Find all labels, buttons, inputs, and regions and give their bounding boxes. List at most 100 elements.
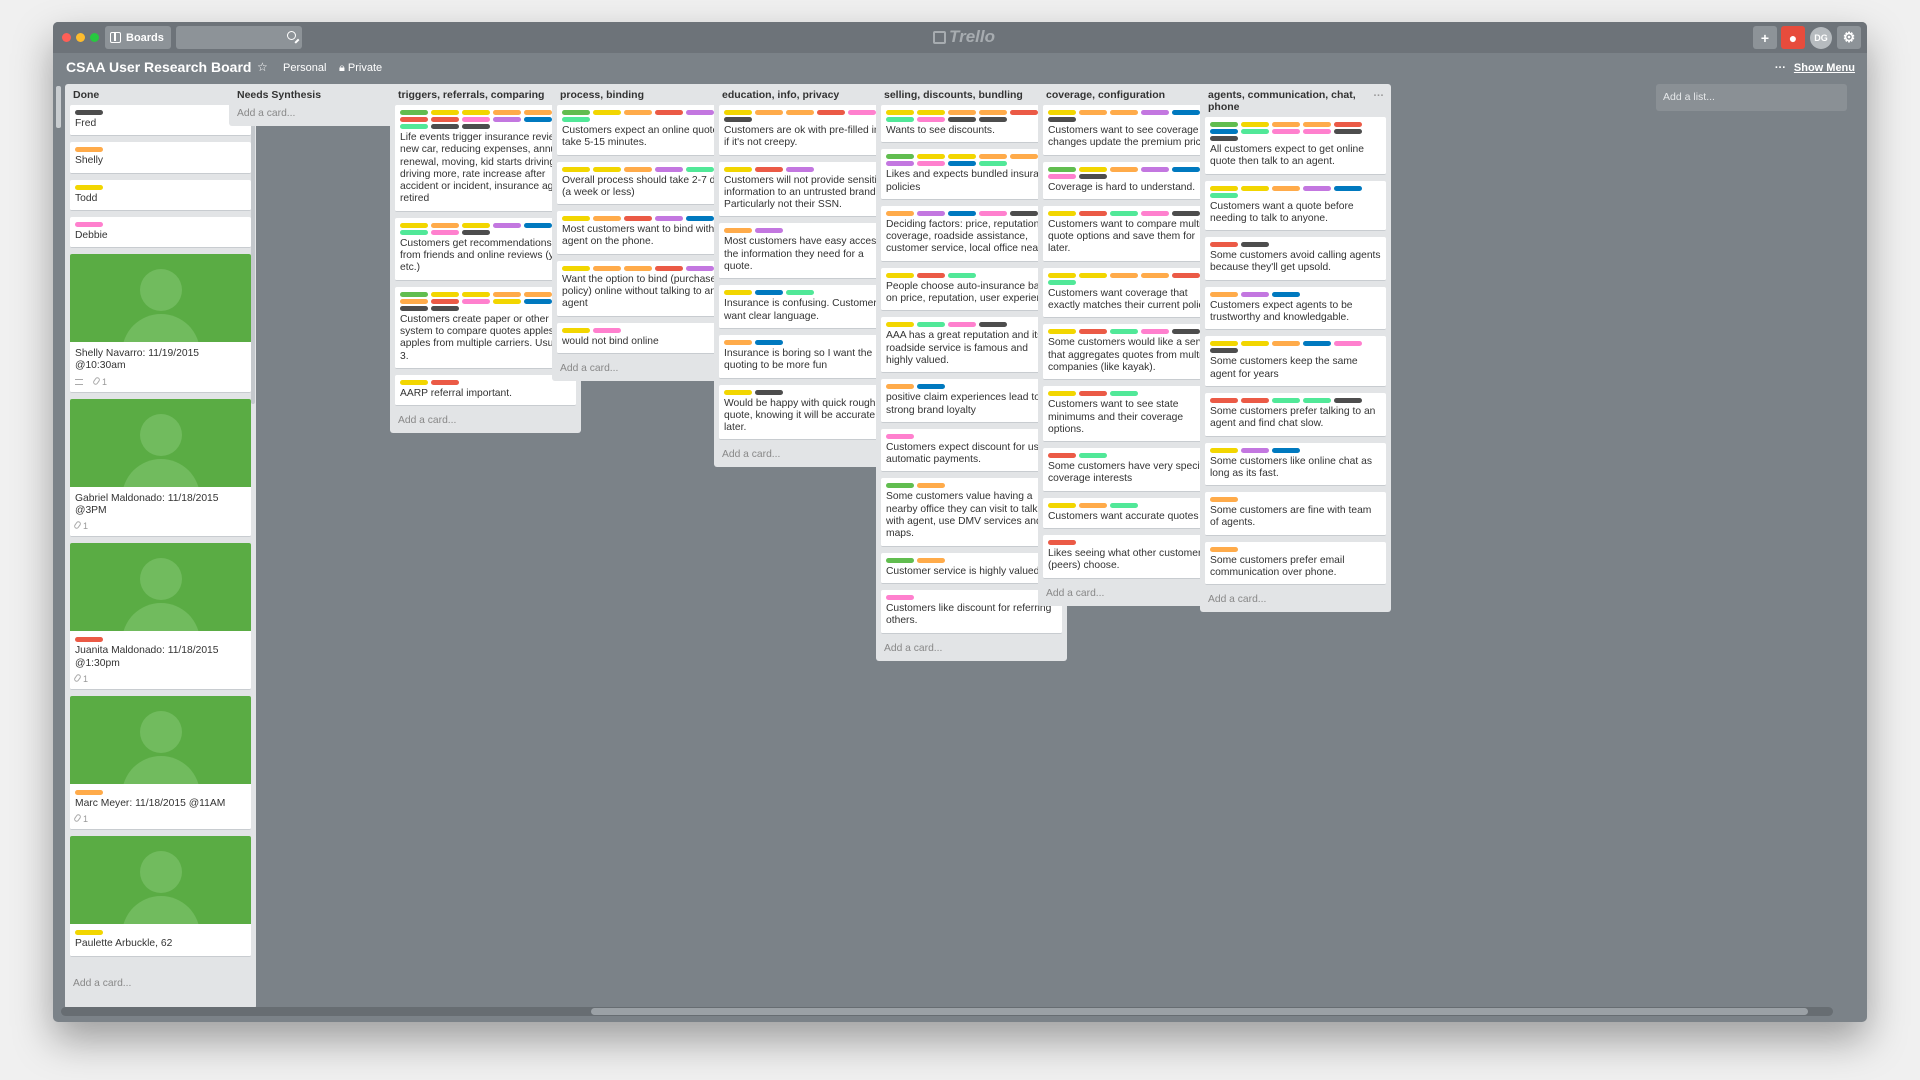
card[interactable]: Would be happy with quick rough quote, k… [719, 384, 900, 441]
card[interactable]: Customers want accurate quotes [1043, 497, 1224, 530]
avatar[interactable]: DG [1809, 26, 1833, 49]
add-card-button[interactable]: Add a card... [70, 975, 251, 990]
card[interactable]: Some customers would like a service that… [1043, 324, 1224, 381]
card[interactable]: Todd [70, 179, 251, 211]
card-label-sky [1079, 453, 1107, 459]
card[interactable]: Some customers are fine with team of age… [1205, 492, 1386, 536]
list-title[interactable]: triggers, referrals, comparing… [395, 84, 576, 105]
card[interactable]: Coverage is hard to understand. [1043, 161, 1224, 200]
close-window-button[interactable] [62, 33, 71, 42]
list-scrollbar[interactable] [251, 108, 255, 404]
notifications-bell-icon[interactable]: ● [1781, 26, 1805, 49]
card[interactable]: Customers like discount for referring ot… [881, 589, 1062, 634]
add-card-button[interactable]: Add a card... [881, 640, 1062, 655]
card[interactable]: Customers want to see state minimums and… [1043, 386, 1224, 443]
card[interactable]: Customers expect agents to be trustworth… [1205, 286, 1386, 331]
card[interactable]: Life events trigger insurance review: ne… [395, 105, 576, 212]
scrollbar-thumb[interactable] [591, 1008, 1808, 1015]
card[interactable]: Customers will not provide sensitive inf… [719, 161, 900, 218]
card[interactable]: Customers create paper or other system t… [395, 286, 576, 369]
list-title[interactable]: Done… [70, 84, 251, 105]
card[interactable]: Wants to see discounts. [881, 105, 1062, 144]
card[interactable]: AAA has a great reputation and its roads… [881, 317, 1062, 374]
list-title[interactable]: Needs Synthesis… [234, 84, 415, 105]
card[interactable]: Some customers have very specific covera… [1043, 448, 1224, 492]
paperclip-icon [73, 673, 82, 683]
card-label-red [655, 265, 683, 271]
attachment-count: 1 [102, 376, 108, 387]
show-menu-link[interactable]: ··· Show Menu [1775, 62, 1855, 74]
card[interactable]: Shelly Navarro: 11/19/2015 @10:30am 1 [70, 254, 251, 393]
vertical-scroll-indicator[interactable] [56, 86, 61, 128]
card[interactable]: Fred [70, 105, 251, 137]
settings-gear-icon[interactable]: ⚙ [1837, 26, 1861, 49]
add-button[interactable]: + [1753, 26, 1777, 49]
board-title[interactable]: CSAA User Research Board [66, 59, 251, 75]
card-label-blue [524, 298, 552, 304]
card[interactable]: Most customers want to bind with an agen… [557, 211, 738, 255]
search-input[interactable] [176, 26, 302, 49]
list-title[interactable]: agents, communication, chat, phone… [1205, 84, 1386, 117]
add-card-button[interactable]: Add a card... [234, 105, 415, 120]
card[interactable]: Insurance is confusing. Customers want c… [719, 285, 900, 329]
trello-logo[interactable]: Trello [933, 27, 995, 47]
card-title: Shelly Navarro: 11/19/2015 @10:30am [75, 348, 200, 372]
add-card-button[interactable]: Add a card... [1205, 591, 1386, 606]
star-icon[interactable]: ☆ [257, 60, 268, 74]
search-icon[interactable] [287, 31, 296, 40]
card[interactable]: Overall process should take 2-7 days (a … [557, 161, 738, 206]
card[interactable]: People choose auto-insurance based on pr… [881, 267, 1062, 312]
list-title[interactable]: selling, discounts, bundling… [881, 84, 1062, 105]
card[interactable]: Want the option to bind (purchase policy… [557, 260, 738, 317]
card[interactable]: Customers are ok with pre-filled info if… [719, 105, 900, 156]
list-menu-icon[interactable]: … [1373, 87, 1384, 99]
card[interactable]: Customer service is highly valued. [881, 552, 1062, 584]
card[interactable]: Customers want to compare multiple quote… [1043, 205, 1224, 262]
card[interactable]: Some customers prefer talking to an agen… [1205, 392, 1386, 437]
list-agents[interactable]: agents, communication, chat, phone … All c… [1200, 84, 1391, 613]
card[interactable]: Customers want coverage that exactly mat… [1043, 267, 1224, 319]
list-done[interactable]: Done… Fred Shelly Todd Debbie Shelly Navarro:… [65, 84, 256, 1009]
card[interactable]: Customers want a quote before needing to… [1205, 180, 1386, 232]
card[interactable]: Most customers have easy access to the i… [719, 223, 900, 280]
card[interactable]: Some customers prefer email communicatio… [1205, 541, 1386, 586]
add-card-button[interactable]: Add a card... [719, 446, 900, 461]
card[interactable]: Some customers avoid calling agents beca… [1205, 237, 1386, 281]
maximize-window-button[interactable] [90, 33, 99, 42]
card[interactable]: Insurance is boring so I want the quotin… [719, 334, 900, 379]
paperclip-icon [73, 520, 82, 531]
card[interactable]: Customers want to see coverage changes u… [1043, 105, 1224, 156]
card[interactable]: positive claim experiences lead to stron… [881, 379, 1062, 423]
list-title[interactable]: process, binding… [557, 84, 738, 105]
add-card-button[interactable]: Add a card... [395, 412, 576, 427]
card[interactable]: Some customers value having a nearby off… [881, 478, 1062, 547]
card[interactable]: Likes and expects bundled insurance poli… [881, 149, 1062, 200]
boards-button[interactable]: Boards [105, 26, 171, 49]
add-card-button[interactable]: Add a card... [557, 360, 738, 375]
card[interactable]: Paulette Arbuckle, 62 [70, 836, 251, 957]
minimize-window-button[interactable] [76, 33, 85, 42]
card[interactable]: Some customers keep the same agent for y… [1205, 336, 1386, 387]
card[interactable]: would not bind online [557, 322, 738, 354]
team-button[interactable]: Personal [283, 62, 326, 74]
card[interactable]: Customers get recommendations from frien… [395, 217, 576, 281]
card[interactable]: Gabriel Maldonado: 11/18/2015 @3PM 1 [70, 398, 251, 538]
card[interactable]: Some customers like online chat as long … [1205, 442, 1386, 487]
visibility-button[interactable]: 🔒︎ Private [339, 62, 382, 75]
card[interactable]: AARP referral important. [395, 374, 576, 407]
card[interactable]: Shelly [70, 142, 251, 174]
card[interactable]: All customers expect to get online quote… [1205, 117, 1386, 175]
add-list-button[interactable]: Add a list... [1656, 84, 1847, 111]
card[interactable]: Juanita Maldonado: 11/18/2015 @1:30pm 1 [70, 543, 251, 690]
card-label-pink [431, 229, 459, 235]
list-title[interactable]: education, info, privacy… [719, 84, 900, 105]
horizontal-scrollbar[interactable] [61, 1007, 1833, 1016]
list-title[interactable]: coverage, configuration… [1043, 84, 1224, 105]
card[interactable]: Marc Meyer: 11/18/2015 @11AM 1 [70, 695, 251, 831]
add-card-button[interactable]: Add a card... [1043, 585, 1224, 600]
card[interactable]: Likes seeing what other customers (peers… [1043, 535, 1224, 579]
card[interactable]: Deciding factors: price, reputation, cov… [881, 205, 1062, 262]
card[interactable]: Customers expect discount for using auto… [881, 428, 1062, 473]
card[interactable]: Customers expect an online quote to take… [557, 105, 738, 156]
card[interactable]: Debbie [70, 216, 251, 249]
